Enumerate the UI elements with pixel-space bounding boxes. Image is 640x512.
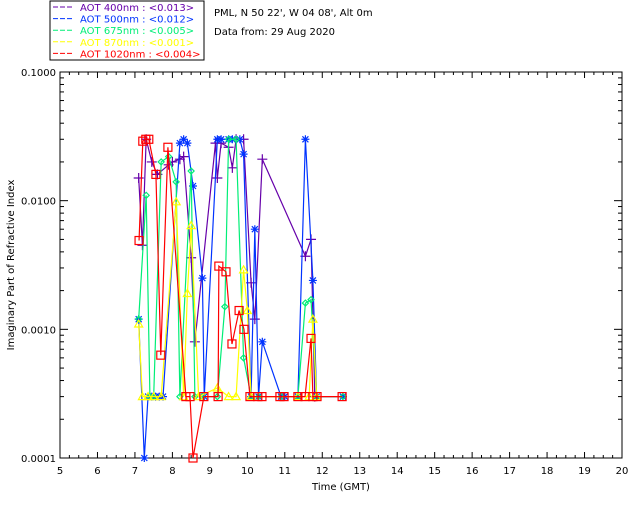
annotation-date: Data from: 29 Aug 2020 <box>214 27 335 38</box>
x-tick-label: 10 <box>241 466 254 477</box>
x-tick-label: 7 <box>132 466 138 477</box>
x-tick-label: 6 <box>94 466 100 477</box>
legend-entry: AOT 675nm : <0.005> <box>80 26 194 37</box>
legend-entry: AOT 500nm : <0.012> <box>80 15 194 26</box>
chart: AOT 400nm : <0.013>AOT 500nm : <0.012>AO… <box>6 0 629 493</box>
data-point <box>249 314 260 325</box>
x-tick-label: 9 <box>207 466 213 477</box>
data-point <box>140 454 149 462</box>
x-tick-label: 12 <box>316 466 329 477</box>
legend-entry: AOT 400nm : <0.013> <box>80 3 194 14</box>
legend-entry: AOT 870nm : <0.001> <box>80 38 194 49</box>
x-tick-label: 13 <box>353 466 366 477</box>
annotation-site: PML, N 50 22', W 04 08', Alt 0m <box>214 8 373 19</box>
x-tick-label: 20 <box>616 466 629 477</box>
data-point <box>250 225 259 234</box>
data-point <box>198 274 207 283</box>
legend: AOT 400nm : <0.013>AOT 500nm : <0.012>AO… <box>49 0 205 61</box>
x-tick-label: 5 <box>57 466 63 477</box>
data-point <box>258 337 267 346</box>
x-axis-label: Time (GMT) <box>311 482 370 493</box>
y-axis-label: Imaginary Part of Refractive Index <box>6 180 17 351</box>
data-point <box>189 336 200 347</box>
data-point <box>212 173 223 184</box>
data-point <box>301 135 310 144</box>
data-point <box>186 252 197 263</box>
data-point <box>217 135 226 144</box>
series-4 <box>134 134 347 463</box>
y-tick-label: 0.0001 <box>21 454 56 465</box>
x-tick-label: 16 <box>466 466 479 477</box>
y-tick-label: 0.0100 <box>21 197 56 208</box>
x-tick-label: 11 <box>278 466 291 477</box>
x-tick-label: 19 <box>578 466 591 477</box>
x-tick-label: 8 <box>169 466 175 477</box>
data-point <box>146 156 157 167</box>
data-point <box>183 139 192 148</box>
data-point <box>227 162 238 173</box>
data-point <box>257 154 268 165</box>
y-tick-label: 0.0010 <box>21 325 56 336</box>
x-tick-label: 18 <box>541 466 554 477</box>
y-tick-label: 0.1000 <box>21 68 56 79</box>
legend-entry: AOT 1020nm : <0.004> <box>80 49 200 60</box>
data-point <box>239 150 248 159</box>
x-tick-label: 15 <box>428 466 441 477</box>
data-point <box>308 276 317 285</box>
x-tick-label: 17 <box>503 466 516 477</box>
x-tick-label: 14 <box>391 466 404 477</box>
data-point <box>133 173 144 184</box>
